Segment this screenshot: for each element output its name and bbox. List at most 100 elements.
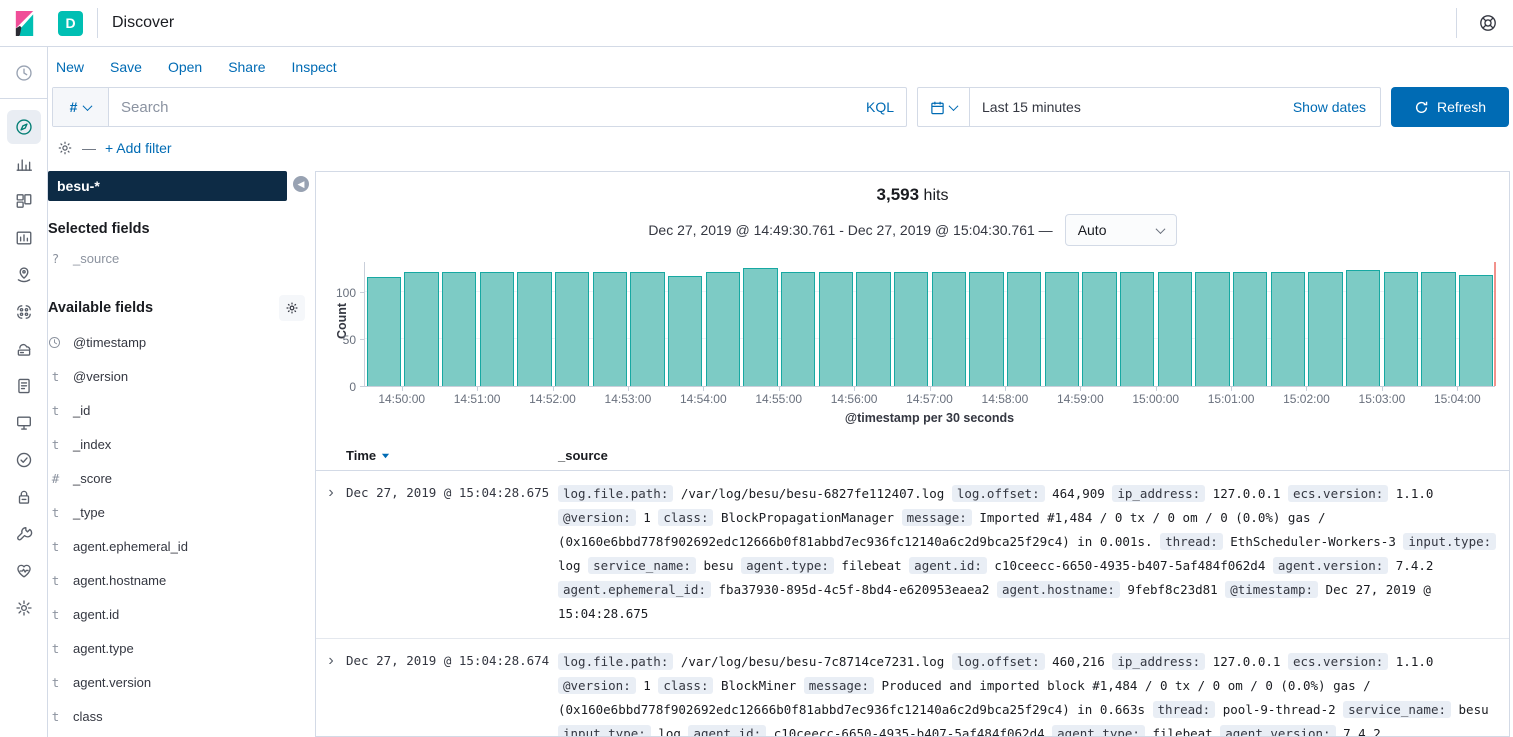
histogram-bar[interactable]: [894, 272, 929, 386]
time-range-value[interactable]: Last 15 minutes: [970, 99, 1293, 115]
refresh-button[interactable]: Refresh: [1391, 87, 1509, 127]
field-agent.id[interactable]: tagent.id: [48, 597, 315, 631]
histogram-bar[interactable]: [1271, 272, 1306, 386]
field-key-badge: @timestamp:: [1225, 581, 1318, 598]
histogram-bar[interactable]: [630, 272, 665, 386]
field-key-badge: ip_address:: [1112, 485, 1205, 502]
field-agent.version[interactable]: tagent.version: [48, 665, 315, 699]
field-_source[interactable]: ?_source: [48, 241, 315, 275]
histogram-bar[interactable]: [404, 272, 439, 386]
field-container[interactable]: tcontainer: [48, 733, 315, 737]
add-filter-button[interactable]: + Add filter: [105, 140, 172, 156]
histogram-bar[interactable]: [1007, 272, 1042, 386]
histogram-bar[interactable]: [856, 272, 891, 386]
kibana-logo[interactable]: [0, 10, 48, 37]
expand-document-button[interactable]: ›: [316, 482, 346, 504]
uptime-icon: [15, 451, 33, 469]
top-menu: New Save Open Share Inspect: [48, 47, 1513, 87]
rail-item-recent[interactable]: [0, 47, 47, 99]
show-dates-link[interactable]: Show dates: [1293, 99, 1380, 115]
field-type-icon: t: [48, 505, 63, 520]
search-input[interactable]: [109, 99, 854, 116]
histogram-bar[interactable]: [1233, 272, 1268, 386]
histogram-bar[interactable]: [480, 272, 515, 386]
histogram-bar[interactable]: [706, 272, 741, 386]
rail-item-uptime[interactable]: [7, 443, 41, 477]
histogram-bar[interactable]: [1045, 272, 1080, 386]
histogram-bar[interactable]: [593, 272, 628, 386]
rail-item-ml[interactable]: [7, 295, 41, 329]
field-_index[interactable]: t_index: [48, 427, 315, 461]
interval-select[interactable]: Auto: [1065, 214, 1177, 246]
histogram-bar[interactable]: [1384, 272, 1419, 386]
field-_type[interactable]: t_type: [48, 495, 315, 529]
histogram-chart[interactable]: Count 050100 14:50:0014:51:0014:52:0014:…: [328, 262, 1495, 425]
histogram-bar[interactable]: [668, 276, 703, 386]
histogram-bar[interactable]: [1346, 270, 1381, 386]
rail-item-bar-chart[interactable]: [7, 147, 41, 181]
histogram-bar[interactable]: [1120, 272, 1155, 386]
histogram-bar[interactable]: [1421, 272, 1456, 386]
histogram-bar[interactable]: [969, 272, 1004, 386]
field-@version[interactable]: t@version: [48, 359, 315, 393]
histogram-bar[interactable]: [1195, 272, 1230, 386]
field-class[interactable]: tclass: [48, 699, 315, 733]
histogram-bar[interactable]: [555, 272, 590, 386]
filter-language-toggle[interactable]: #: [53, 88, 109, 126]
time-column-header[interactable]: Time: [346, 448, 558, 463]
histogram-bar[interactable]: [932, 272, 967, 386]
field-type-icon: ?: [48, 251, 63, 266]
histogram-bar[interactable]: [1158, 272, 1193, 386]
histogram-bar[interactable]: [1459, 275, 1494, 386]
expand-document-button[interactable]: ›: [316, 650, 346, 672]
plot-area[interactable]: [364, 262, 1495, 387]
calendar-icon: [930, 100, 945, 115]
histogram-bar[interactable]: [781, 272, 816, 386]
index-pattern-selector[interactable]: besu-*: [48, 171, 287, 201]
field-settings-button[interactable]: [279, 295, 305, 321]
kql-language-button[interactable]: KQL: [854, 99, 906, 115]
field-key-badge: agent.version:: [1220, 725, 1335, 737]
field-agent.type[interactable]: tagent.type: [48, 631, 315, 665]
hits-line: 3,593 hits: [316, 185, 1509, 205]
available-fields-heading: Available fields: [48, 300, 153, 316]
app-badge: D: [58, 11, 83, 36]
rail-item-dashboard[interactable]: [7, 184, 41, 218]
help-button[interactable]: [1471, 6, 1505, 40]
histogram-bar[interactable]: [819, 272, 854, 386]
histogram-bar[interactable]: [1082, 272, 1117, 386]
rail-item-siem[interactable]: [7, 480, 41, 514]
field-@timestamp[interactable]: @timestamp: [48, 325, 315, 359]
rail-item-devtools[interactable]: [7, 517, 41, 551]
histogram-bar[interactable]: [442, 272, 477, 386]
page-title: Discover: [112, 14, 174, 32]
field-_id[interactable]: t_id: [48, 393, 315, 427]
calendar-button[interactable]: [918, 88, 970, 126]
gear-icon[interactable]: [57, 140, 73, 156]
histogram-bar[interactable]: [517, 272, 552, 386]
apm-icon: [15, 414, 33, 432]
field-_score[interactable]: #_score: [48, 461, 315, 495]
menu-save[interactable]: Save: [110, 59, 142, 75]
menu-inspect[interactable]: Inspect: [292, 59, 337, 75]
rail-item-monitoring[interactable]: [7, 554, 41, 588]
rail-item-infrastructure[interactable]: [7, 332, 41, 366]
rail-item-logs[interactable]: [7, 369, 41, 403]
x-tick-label: 14:57:00: [906, 392, 953, 406]
maps-icon: [15, 266, 33, 284]
rail-item-management[interactable]: [7, 591, 41, 625]
rail-item-canvas[interactable]: [7, 221, 41, 255]
menu-new[interactable]: New: [56, 59, 84, 75]
menu-open[interactable]: Open: [168, 59, 202, 75]
histogram-bar[interactable]: [1308, 272, 1343, 386]
rail-item-maps[interactable]: [7, 258, 41, 292]
menu-share[interactable]: Share: [228, 59, 265, 75]
field-agent.ephemeral_id[interactable]: tagent.ephemeral_id: [48, 529, 315, 563]
ml-icon: [15, 303, 33, 321]
rail-item-apm[interactable]: [7, 406, 41, 440]
field-agent.hostname[interactable]: tagent.hostname: [48, 563, 315, 597]
histogram-bar[interactable]: [367, 277, 402, 386]
rail-item-compass[interactable]: [7, 110, 41, 144]
collapse-sidebar-button[interactable]: ◀: [293, 176, 309, 192]
histogram-bar[interactable]: [743, 268, 778, 386]
